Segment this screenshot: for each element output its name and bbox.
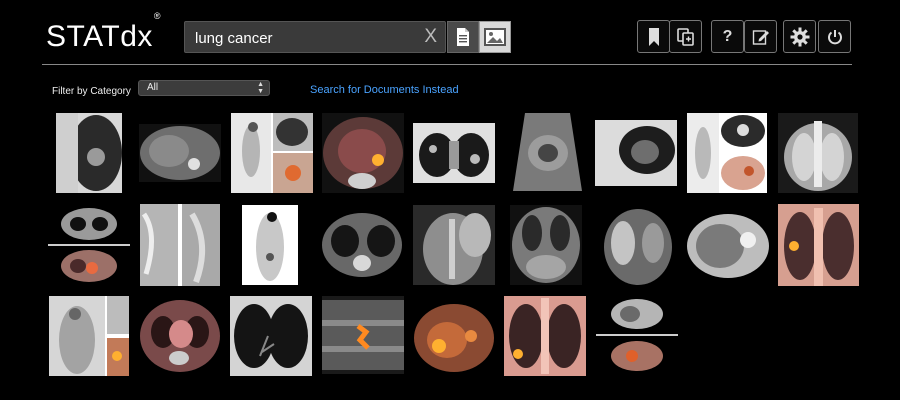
result-thumbnail[interactable] [413,205,495,285]
ultrasound-image [510,113,585,191]
coronal-mri-image [603,205,673,285]
result-thumbnail[interactable] [242,205,298,285]
pet-ct-fusion-image [322,113,404,193]
result-thumbnail[interactable] [778,113,858,193]
app-logo-text: STATdx [46,20,153,53]
help-icon: ? [722,27,733,45]
header-divider [42,64,852,65]
result-thumbnail[interactable] [413,123,495,183]
document-icon [457,28,469,46]
copy-icon [676,27,694,46]
logout-button[interactable] [818,20,851,53]
abdominal-ct-image [686,210,770,280]
lung-ct-zoom-image [56,113,122,193]
abdominal-ct-pet-stack-image [596,296,678,376]
result-thumbnail[interactable] [687,113,767,193]
result-thumbnail[interactable] [778,204,859,286]
lung-cavity-ct-image [595,120,677,186]
result-thumbnail[interactable] [322,296,404,374]
pet-ct-fusion-image [139,296,221,376]
radiograph-child-image [413,205,495,285]
select-arrows-icon: ▲ ▼ [257,81,264,95]
coronal-ct-image [510,205,582,285]
result-thumbnail[interactable] [686,210,770,280]
document-mode-button[interactable] [447,21,479,53]
chest-xray-image [778,113,858,193]
copy-button[interactable] [669,20,702,53]
category-selected-value: All [147,82,159,93]
result-thumbnail[interactable] [56,113,122,193]
result-thumbnail[interactable] [413,296,495,376]
clear-search-button[interactable]: X [424,26,437,48]
gear-icon [790,27,809,46]
bookmarks-button[interactable] [637,20,670,53]
result-thumbnail[interactable] [139,124,221,182]
pet-ct-composite-image [49,296,129,376]
image-mode-button[interactable] [479,21,511,53]
category-select[interactable]: All ▲ ▼ [138,80,270,96]
search-input[interactable] [193,27,417,49]
result-thumbnail[interactable] [49,296,129,376]
bookmark-icon [648,27,659,46]
power-icon [827,29,842,44]
result-thumbnail[interactable] [603,205,673,285]
abdominal-pet-ct-image [413,296,495,376]
notes-button[interactable] [744,20,777,53]
result-thumbnail[interactable] [504,296,586,376]
result-thumbnail[interactable] [595,120,677,186]
filter-label: Filter by Category [52,86,131,97]
result-thumbnail[interactable] [140,204,220,286]
chest-ct-pet-stack-image [48,204,130,286]
result-thumbnail[interactable] [48,204,130,286]
lung-window-ct-image [230,296,312,376]
result-thumbnail[interactable] [321,205,403,285]
chest-radiograph-pair-image [140,204,220,286]
image-icon [484,28,506,46]
result-thumbnail[interactable] [510,113,585,191]
chest-ct-image [139,124,221,182]
result-thumbnail[interactable] [510,205,582,285]
search-documents-link[interactable]: Search for Documents Instead [310,84,459,96]
app-logo[interactable]: STATdx® [46,11,161,54]
chest-ct-mediastinum-image [321,205,403,285]
doppler-ultrasound-image [322,296,404,374]
result-thumbnail[interactable] [596,296,678,376]
pet-coronal-fusion-image [778,204,859,286]
result-thumbnail[interactable] [322,113,404,193]
pet-ct-composite-image [231,113,313,193]
result-thumbnail[interactable] [231,113,313,193]
lung-nodules-ct-image [413,123,495,183]
edit-icon [752,29,769,45]
result-thumbnail[interactable] [139,296,221,376]
pet-whole-body-image [242,205,298,285]
help-button[interactable]: ? [711,20,744,53]
pet-coronal-fusion-image [504,296,586,376]
settings-button[interactable] [783,20,816,53]
search-box: X [184,21,446,53]
registered-mark: ® [153,11,162,21]
result-thumbnail[interactable] [230,296,312,376]
pet-ct-composite-image [687,113,767,193]
